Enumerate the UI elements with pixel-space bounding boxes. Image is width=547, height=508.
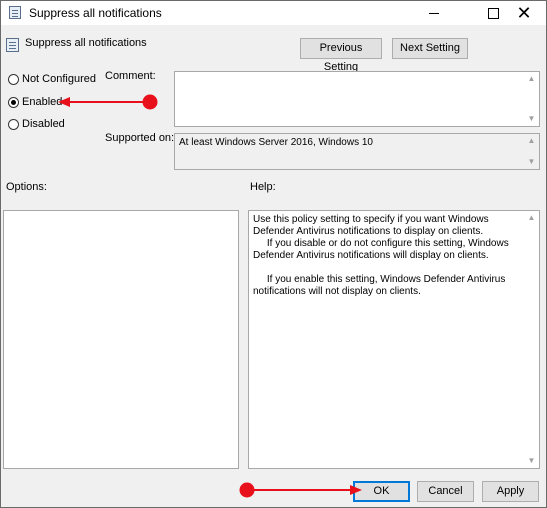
options-label: Options: bbox=[6, 181, 47, 193]
previous-setting-button[interactable]: Previous Setting bbox=[300, 38, 382, 73]
apply-button[interactable]: Apply bbox=[482, 481, 539, 502]
supported-scrollbar[interactable]: ▲ ▼ bbox=[524, 134, 539, 169]
help-text: Use this policy setting to specify if yo… bbox=[253, 214, 509, 297]
comment-scrollbar[interactable]: ▲ ▼ bbox=[524, 72, 539, 126]
scroll-up-icon[interactable]: ▲ bbox=[524, 134, 539, 148]
help-scrollbar[interactable]: ▲ ▼ bbox=[524, 211, 539, 468]
policy-name: Suppress all notifications bbox=[25, 37, 147, 49]
scroll-up-icon[interactable]: ▲ bbox=[524, 72, 539, 86]
ok-button[interactable]: OK bbox=[353, 481, 410, 502]
scroll-down-icon[interactable]: ▼ bbox=[524, 155, 539, 169]
scroll-up-icon[interactable]: ▲ bbox=[524, 211, 539, 225]
cancel-button[interactable]: Cancel bbox=[417, 481, 474, 502]
close-icon[interactable]: ✕ bbox=[502, 1, 546, 25]
options-pane bbox=[3, 210, 239, 469]
supported-on-value: At least Windows Server 2016, Windows 10 bbox=[179, 137, 373, 148]
radio-disabled-label: Disabled bbox=[22, 118, 65, 130]
radio-enabled-circle[interactable] bbox=[8, 97, 19, 108]
window-title: Suppress all notifications bbox=[29, 6, 162, 20]
policy-icon bbox=[9, 6, 21, 19]
scroll-down-icon[interactable]: ▼ bbox=[524, 454, 539, 468]
radio-enabled-label: Enabled bbox=[22, 96, 63, 108]
help-pane: Use this policy setting to specify if yo… bbox=[248, 210, 540, 469]
minimize-icon[interactable] bbox=[413, 1, 457, 25]
radio-not-configured-circle[interactable] bbox=[8, 74, 19, 85]
next-setting-button[interactable]: Next Setting bbox=[392, 38, 468, 59]
help-label: Help: bbox=[250, 181, 276, 193]
title-bar: Suppress all notifications ✕ bbox=[1, 1, 546, 25]
comment-field[interactable]: ▲ ▼ bbox=[174, 71, 540, 127]
policy-dialog: Suppress all notifications ✕ Suppress al… bbox=[0, 0, 547, 508]
comment-label: Comment: bbox=[105, 70, 156, 82]
supported-on-field: At least Windows Server 2016, Windows 10… bbox=[174, 133, 540, 170]
supported-on-label: Supported on: bbox=[105, 132, 175, 144]
scroll-down-icon[interactable]: ▼ bbox=[524, 112, 539, 126]
radio-disabled-circle[interactable] bbox=[8, 119, 19, 130]
policy-setting-icon bbox=[6, 38, 19, 52]
radio-not-configured-label: Not Configured bbox=[22, 73, 96, 85]
